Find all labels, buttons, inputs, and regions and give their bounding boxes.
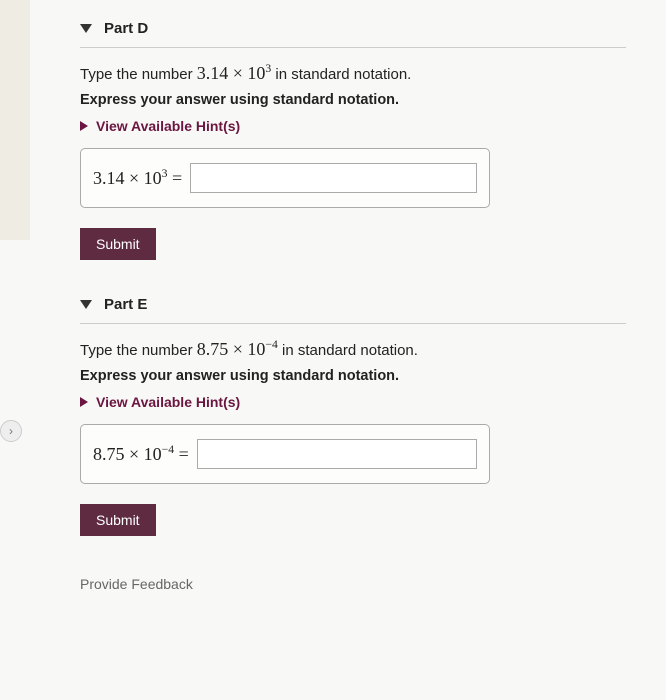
provide-feedback-link[interactable]: Provide Feedback [80, 576, 626, 592]
part-E-answer-input[interactable] [197, 439, 477, 469]
part-D-instruction: Express your answer using standard notat… [80, 92, 626, 108]
hints-label: View Available Hint(s) [96, 394, 240, 410]
chevron-right-icon [80, 397, 88, 407]
part-D-prompt: Type the number 3.14 × 103 in standard n… [80, 62, 626, 84]
part-E-lhs: 8.75 × 10−4 = [93, 443, 189, 465]
part-D-answer-input[interactable] [190, 163, 477, 193]
part-D-submit-button[interactable]: Submit [80, 228, 156, 260]
hints-label: View Available Hint(s) [96, 118, 240, 134]
sidebar-stub [0, 0, 30, 240]
part-D-title: Part D [104, 20, 148, 37]
part-E-header[interactable]: Part E [80, 296, 626, 324]
chevron-down-icon [80, 300, 92, 309]
prompt-suffix: in standard notation. [278, 342, 418, 359]
part-D: Part D Type the number 3.14 × 103 in sta… [80, 20, 626, 260]
part-E-submit-button[interactable]: Submit [80, 504, 156, 536]
prompt-expression: 8.75 × 10−4 [197, 339, 278, 359]
part-D-lhs: 3.14 × 103 = [93, 167, 182, 189]
part-E-answer-box: 8.75 × 10−4 = [80, 424, 490, 484]
part-D-hints-toggle[interactable]: View Available Hint(s) [80, 118, 626, 134]
part-E-title: Part E [104, 296, 147, 313]
part-E-prompt: Type the number 8.75 × 10−4 in standard … [80, 338, 626, 360]
prompt-expression: 3.14 × 103 [197, 63, 272, 83]
part-D-header[interactable]: Part D [80, 20, 626, 48]
expand-nav-button[interactable]: › [0, 420, 22, 442]
part-E: Part E Type the number 8.75 × 10−4 in st… [80, 296, 626, 536]
prompt-suffix: in standard notation. [271, 66, 411, 83]
part-E-hints-toggle[interactable]: View Available Hint(s) [80, 394, 626, 410]
part-D-answer-box: 3.14 × 103 = [80, 148, 490, 208]
part-E-instruction: Express your answer using standard notat… [80, 368, 626, 384]
chevron-down-icon [80, 24, 92, 33]
prompt-prefix: Type the number [80, 342, 197, 359]
chevron-right-icon [80, 121, 88, 131]
prompt-prefix: Type the number [80, 66, 197, 83]
